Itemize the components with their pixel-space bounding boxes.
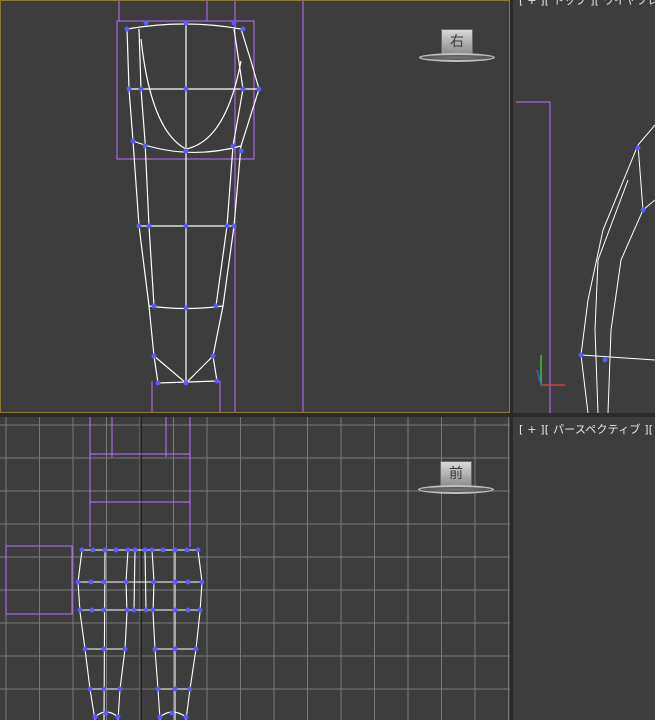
viewcube-front[interactable]: 前: [418, 461, 498, 501]
viewport-perspective[interactable]: [ + ][ パースペクティブ ][ リアリスティック ]: [513, 417, 655, 720]
viewport-front[interactable]: 前: [0, 417, 510, 720]
viewcube-ring[interactable]: [418, 485, 494, 494]
viewport-perspective-label[interactable]: [ + ][ パースペクティブ ][ リアリスティック ]: [519, 421, 655, 437]
axis-tripod-icon: [536, 355, 565, 386]
top-view-wireframe: [516, 101, 655, 413]
viewcube-face-label[interactable]: 右: [441, 29, 473, 55]
viewcube-right[interactable]: 右: [419, 29, 499, 69]
viewport-right[interactable]: 右: [0, 0, 510, 413]
viewcube-ring[interactable]: [419, 53, 495, 62]
viewport-top[interactable]: [ + ][ トップ ][ ワイヤフレーム: [513, 0, 655, 413]
viewcube-face-label[interactable]: 前: [440, 461, 472, 487]
